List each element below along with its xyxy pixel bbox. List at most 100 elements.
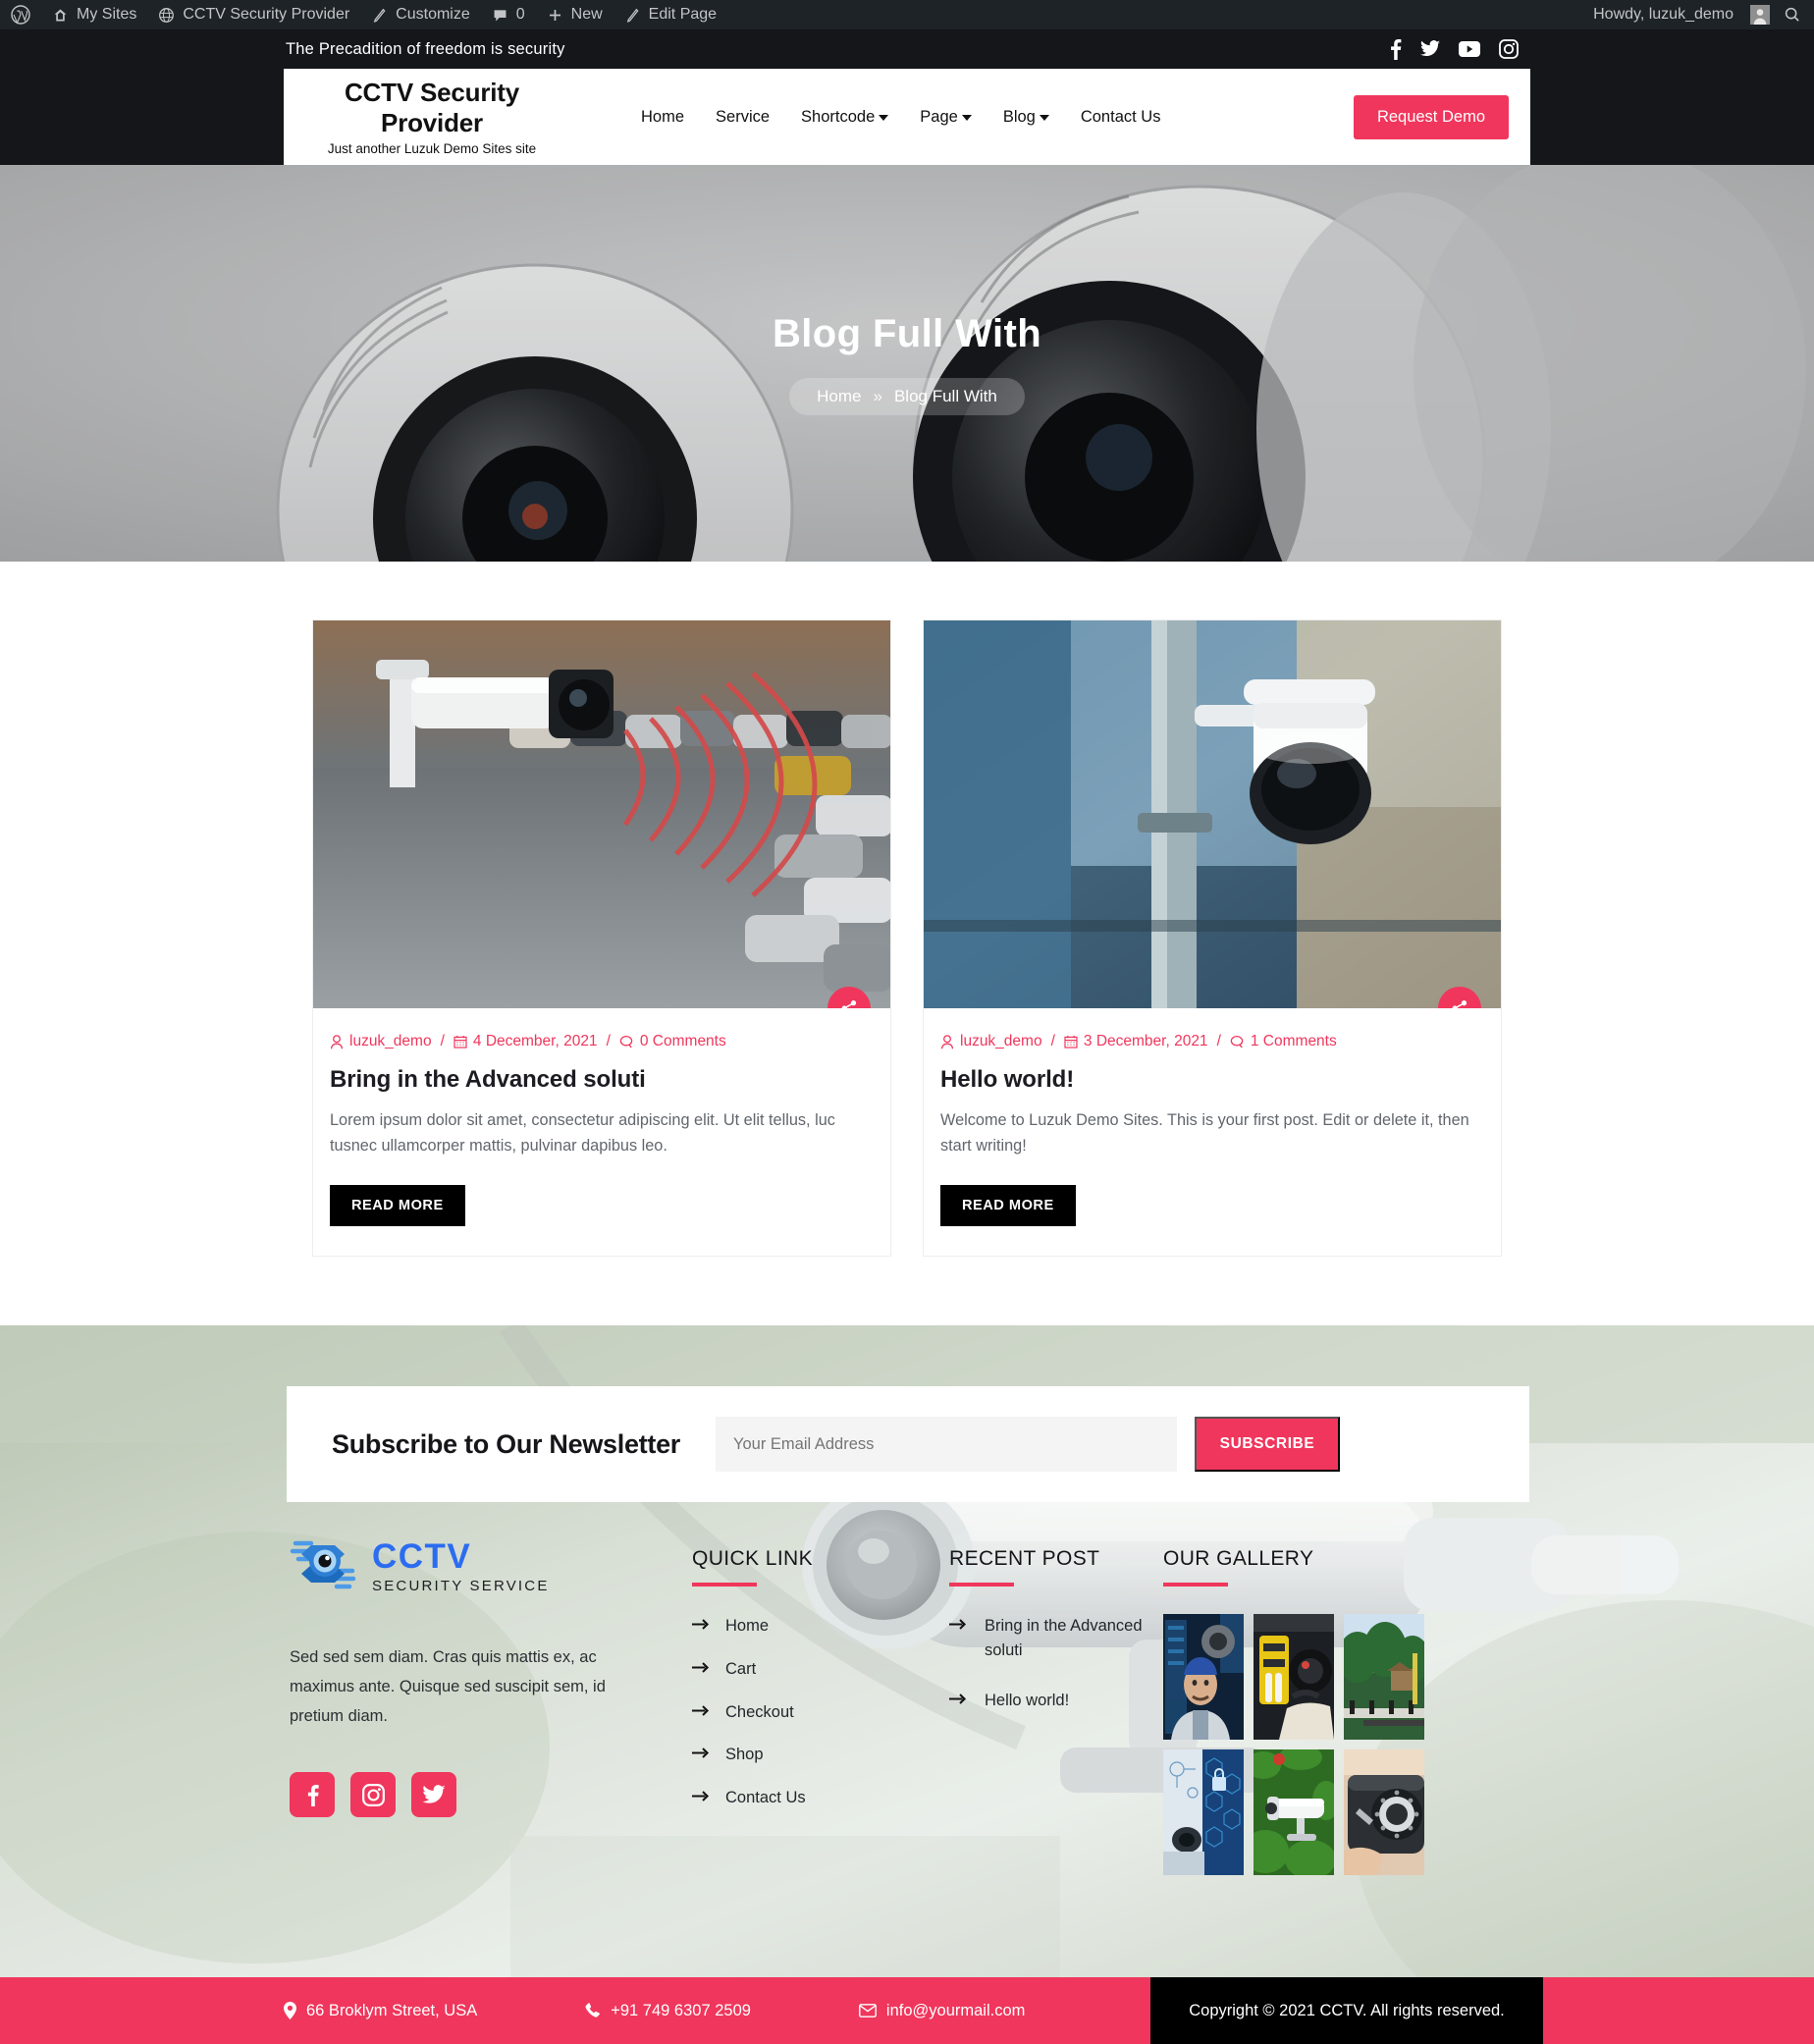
comment-icon [1230,1035,1245,1049]
twitter-icon[interactable] [411,1772,456,1818]
footer-logo[interactable]: CCTV SECURITY SERVICE [290,1532,667,1601]
arrow-right-icon [692,1704,710,1716]
post-author[interactable]: luzuk_demo [330,1033,432,1050]
adminbar-item-howdy[interactable]: Howdy, luzuk_demo [1582,0,1774,29]
blog-section: luzuk_demo / 4 December, 2021 / 0 Commen… [0,562,1814,1325]
request-demo-button[interactable]: Request Demo [1353,94,1509,139]
gallery-grid [1163,1614,1438,1875]
quick-link-label: Checkout [725,1702,794,1721]
nav-item-contact-us[interactable]: Contact Us [1065,108,1177,127]
plus-icon [547,7,563,24]
adminbar-item-wordpress[interactable] [0,0,41,29]
nav-item-blog[interactable]: Blog [987,108,1065,127]
meta-separator: / [440,1033,445,1049]
gallery-item-camera-tools-workbench[interactable] [1254,1614,1334,1740]
adminbar-item-new[interactable]: New [536,0,614,29]
post-thumbnail[interactable] [924,620,1501,1008]
sites-icon [52,7,69,24]
contact-phone[interactable]: +91 749 6307 2509 [585,2002,751,2020]
post-author[interactable]: luzuk_demo [940,1033,1042,1050]
list-item[interactable]: Checkout [692,1700,937,1725]
nav-item-home[interactable]: Home [625,108,700,127]
quick-link-label: Home [725,1617,770,1635]
list-item[interactable]: Bring in the Advanced soluti [949,1614,1146,1663]
gallery-item-security-tech-blueprint[interactable] [1163,1749,1244,1875]
nav-label-contact-us: Contact Us [1080,107,1161,126]
youtube-icon[interactable] [1459,38,1480,60]
read-more-button[interactable]: READ MORE [330,1184,465,1226]
post-author-name: luzuk_demo [960,1033,1042,1049]
post-comments[interactable]: 1 Comments [1230,1033,1337,1050]
post-comments[interactable]: 0 Comments [619,1033,726,1050]
contact-email-text: info@yourmail.com [885,2001,1026,2019]
contact-address[interactable]: 66 Broklym Street, USA [284,2002,477,2020]
post-title[interactable]: Hello world! [940,1066,1483,1094]
quick-link-label: Cart [725,1659,757,1678]
gallery-item-camera-installation-hand[interactable] [1344,1749,1424,1875]
footer-about-text: Sed sed sem diam. Cras quis mattis ex, a… [290,1648,606,1726]
subscribe-button[interactable]: SUBSCRIBE [1195,1417,1340,1472]
adminbar-right-group: Howdy, luzuk_demo [1582,0,1814,29]
user-icon [940,1034,954,1049]
wp-admin-bar: My Sites CCTV Security Provider Customiz… [0,0,1814,29]
footer-quick-link-column: QUICK LINK Home Cart Checkout Shop Conta… [692,1532,937,1875]
list-item[interactable]: Cart [692,1657,937,1682]
adminbar-item-customize[interactable]: Customize [360,0,481,29]
newsletter-title: Subscribe to Our Newsletter [332,1428,680,1459]
instagram-icon[interactable] [1499,39,1519,59]
top-bar-inner: The Precadition of freedom is security [284,29,1530,69]
email-field[interactable] [716,1417,1177,1472]
footer-about-column: CCTV SECURITY SERVICE Sed sed sem diam. … [274,1532,667,1875]
adminbar-label-edit-page: Edit Page [648,6,718,23]
arrow-right-icon [692,1748,710,1758]
nav-item-page[interactable]: Page [904,108,987,127]
breadcrumb-current: Blog Full With [893,386,997,405]
post-image-dome-camera [924,620,1501,1008]
envelope-icon [859,2004,877,2017]
twitter-icon[interactable] [1420,38,1440,60]
post-thumbnail[interactable] [313,620,890,1008]
post-title[interactable]: Bring in the Advanced soluti [330,1066,873,1094]
list-item[interactable]: Contact Us [692,1786,937,1810]
post-date[interactable]: 3 December, 2021 [1064,1033,1208,1050]
nav-item-service[interactable]: Service [700,108,785,127]
top-tagline-bar: The Precadition of freedom is security [0,29,1814,69]
facebook-icon[interactable] [290,1772,335,1818]
heading-underline [692,1583,757,1587]
adminbar-label-my-sites: My Sites [77,6,137,23]
adminbar-item-my-sites[interactable]: My Sites [41,0,147,29]
edit-icon [624,7,641,24]
top-social-links [1389,38,1530,60]
adminbar-item-site-name[interactable]: CCTV Security Provider [147,0,360,29]
user-icon [330,1034,344,1049]
adminbar-search-button[interactable] [1774,0,1814,29]
list-item[interactable]: Home [692,1614,937,1639]
contact-email[interactable]: info@yourmail.com [859,2002,1025,2020]
facebook-icon[interactable] [1389,38,1402,60]
footer-bottom-bar: 66 Broklym Street, USA +91 749 6307 2509… [0,1977,1814,2044]
instagram-icon[interactable] [350,1772,396,1818]
post-date[interactable]: 4 December, 2021 [454,1033,598,1050]
list-item[interactable]: Shop [692,1743,937,1767]
site-branding[interactable]: CCTV Security Provider Just another Luzu… [311,78,553,155]
adminbar-item-comments[interactable]: 0 [481,0,536,29]
adminbar-label-new: New [570,6,603,23]
search-icon [1784,6,1801,24]
meta-separator: / [606,1033,611,1049]
contact-address-text: 66 Broklym Street, USA [306,2001,478,2019]
breadcrumb-home-link[interactable]: Home [817,387,861,406]
quick-link-label: Shop [725,1746,764,1764]
gallery-item-technician-server-room[interactable] [1163,1614,1244,1740]
adminbar-item-edit-page[interactable]: Edit Page [614,0,727,29]
nav-item-shortcode[interactable]: Shortcode [785,108,904,127]
read-more-button[interactable]: READ MORE [940,1184,1076,1226]
arrow-right-icon [692,1791,710,1802]
list-item[interactable]: Hello world! [949,1689,1146,1713]
gallery-item-camera-in-foliage[interactable] [1254,1749,1334,1875]
gallery-item-outdoor-gate-camera[interactable] [1344,1614,1424,1740]
wordpress-icon [11,5,30,25]
post-image-parking-camera [313,620,890,1008]
heading-underline [1163,1583,1228,1587]
adminbar-label-customize: Customize [396,6,470,23]
phone-icon [585,2003,601,2018]
